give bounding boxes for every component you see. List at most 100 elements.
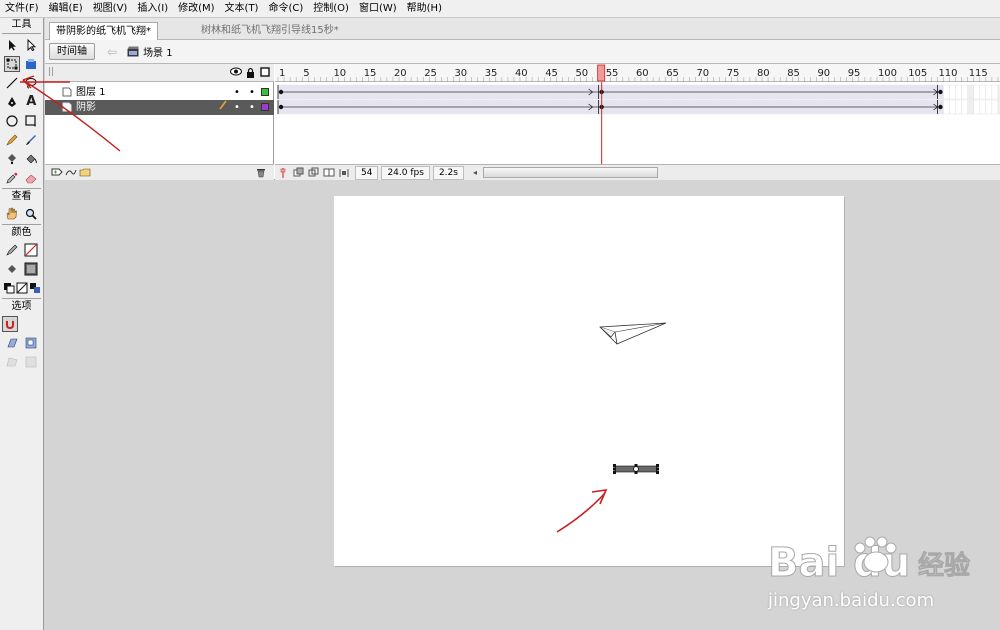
distort-icon [4, 354, 20, 370]
tools-title: 工具 [11, 19, 32, 30]
menu-item-6[interactable]: 命令(C) [263, 0, 308, 18]
elapsed-time-field: 2.2s [432, 165, 464, 180]
eraser-tool-icon[interactable] [23, 170, 39, 186]
ruler-number: 100 [878, 68, 897, 79]
annotation-arrow [556, 492, 606, 533]
playhead-marker [597, 64, 606, 82]
layer-outline-swatch[interactable] [261, 103, 269, 111]
selection-tool-icon[interactable] [4, 37, 20, 53]
ruler-number: 45 [545, 68, 558, 79]
add-layer-icon[interactable] [51, 167, 63, 180]
add-motion-guide-icon[interactable] [65, 167, 77, 180]
ruler-number: 75 [727, 68, 740, 79]
edit-multiple-frames-icon[interactable] [322, 166, 335, 180]
divider [2, 224, 41, 225]
ruler-number: 1 [279, 68, 285, 79]
tab-active-document[interactable]: 带阴影的纸飞机飞翔* [49, 22, 158, 40]
scene-icon [127, 46, 139, 57]
fill-color-icon[interactable] [4, 261, 20, 277]
tab-inactive-document[interactable]: 树林和纸飞机飞翔引导线15秒* [195, 22, 345, 40]
timeline-panel: || 图层 1 • • 阴影 • • 1 5 10 15 20 25 30 35… [45, 64, 1000, 180]
lock-icon[interactable] [246, 67, 255, 81]
pencil-icon [219, 100, 227, 115]
ruler-number: 65 [666, 68, 679, 79]
back-arrow-icon[interactable]: ⇦ [107, 45, 117, 59]
layer-visibility-dot[interactable]: • [234, 85, 240, 100]
ruler-number: 70 [696, 68, 709, 79]
snap-magnet-icon[interactable] [2, 315, 18, 332]
scene-label: 场景 1 [143, 48, 173, 59]
ruler-number: 80 [757, 68, 770, 79]
ruler-number: 15 [364, 68, 377, 79]
frames-panel: 1 5 10 15 20 25 30 35 40 45 50 55 60 65 70 75 80 85 90 95 10… [275, 64, 1000, 180]
options-title: 选项 [11, 301, 32, 312]
ruler-number: 35 [485, 68, 498, 79]
ruler-number: 10 [333, 68, 346, 79]
ruler-number: 40 [515, 68, 528, 79]
ruler-number: 105 [908, 68, 927, 79]
menu-item-0[interactable]: 文件(F) [0, 0, 44, 18]
frame-grid[interactable] [275, 82, 1000, 164]
menu-item-9[interactable]: 帮助(H) [402, 0, 447, 18]
menu-item-2[interactable]: 视图(V) [88, 0, 133, 18]
ruler-number: 20 [394, 68, 407, 79]
layer-outline-swatch[interactable] [261, 88, 269, 96]
scale-icon[interactable] [23, 335, 39, 351]
menu-item-8[interactable]: 窗口(W) [354, 0, 402, 18]
rotate-skew-icon[interactable] [4, 335, 20, 351]
ruler-number: 95 [848, 68, 861, 79]
layer-lock-dot[interactable]: • [249, 100, 255, 115]
timeline-scrollbar[interactable] [482, 167, 658, 178]
stroke-color-icon[interactable] [4, 242, 20, 258]
eye-icon[interactable] [230, 67, 242, 79]
envelope-icon [23, 354, 39, 370]
frame-ruler[interactable]: 1 5 10 15 20 25 30 35 40 45 50 55 60 65 70 75 80 85 90 95 10… [275, 64, 1000, 82]
ruler-number: 5 [303, 68, 309, 79]
menu-item-5[interactable]: 文本(T) [220, 0, 264, 18]
layer-visibility-dot[interactable]: • [234, 100, 240, 115]
menu-item-4[interactable]: 修改(M) [173, 0, 219, 18]
divider [2, 188, 41, 189]
frame-rate-field[interactable]: 24.0 fps [381, 165, 430, 180]
view-title: 查看 [11, 191, 32, 202]
color-title: 颜色 [11, 227, 32, 238]
modify-onion-markers-icon[interactable] [337, 166, 349, 180]
add-layer-folder-icon[interactable] [79, 167, 91, 180]
ruler-number: 115 [969, 68, 988, 79]
watermark-url: jingyan.baidu.com [768, 590, 935, 611]
stroke-color-swatch[interactable] [23, 242, 39, 258]
layer-lock-dot[interactable]: • [249, 85, 255, 100]
black-white-icon[interactable] [2, 280, 15, 296]
delete-layer-icon[interactable] [256, 167, 266, 181]
eyedropper-tool-icon[interactable] [4, 170, 20, 186]
divider [2, 33, 41, 34]
stage-canvas[interactable] [334, 196, 844, 566]
zoom-tool-icon[interactable] [23, 206, 39, 222]
swap-colors-icon[interactable] [28, 280, 41, 296]
baidu-watermark: Bai du 经验 jingyan.baidu.com [768, 530, 1000, 630]
ruler-number: 60 [636, 68, 649, 79]
ruler-number: 25 [424, 68, 437, 79]
subselection-tool-icon[interactable] [23, 37, 39, 53]
menu-item-1[interactable]: 编辑(E) [44, 0, 88, 18]
fill-color-swatch[interactable] [23, 261, 39, 277]
divider [2, 298, 41, 299]
watermark-brand-cn: 经验 [918, 550, 970, 581]
current-frame-field[interactable]: 54 [355, 165, 379, 180]
menu-item-7[interactable]: 控制(O) [308, 0, 354, 18]
no-color-icon[interactable] [15, 280, 28, 296]
ruler-number: 85 [787, 68, 800, 79]
layers-footer [45, 164, 274, 180]
ruler-number: 50 [575, 68, 588, 79]
scroll-left-arrow-icon[interactable]: ◂ [473, 168, 477, 177]
onion-skin-outline-icon[interactable] [307, 166, 319, 180]
ruler-number: 55 [606, 68, 619, 79]
menu-item-3[interactable]: 插入(I) [132, 0, 173, 18]
timeline-toggle-button[interactable]: 时间轴 [49, 43, 95, 60]
document-tabs: 带阴影的纸飞机飞翔* 树林和纸飞机飞翔引导线15秒* [45, 18, 1000, 40]
center-frame-icon[interactable] [277, 166, 289, 180]
hand-tool-icon[interactable] [4, 206, 20, 222]
edit-bar: 时间轴 ⇦ 场景 1 [45, 40, 1000, 64]
onion-skin-icon[interactable] [292, 166, 304, 180]
outline-icon[interactable] [260, 67, 270, 80]
